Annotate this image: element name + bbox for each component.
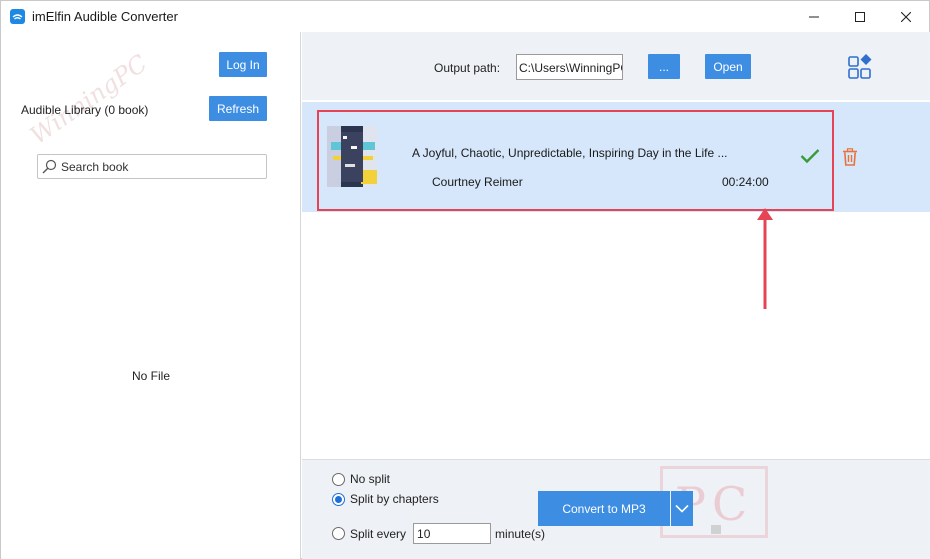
chevron-down-icon [675,504,689,513]
option-label: Split by chapters [350,492,439,506]
maximize-icon [855,11,865,22]
browse-button[interactable]: ... [648,54,680,79]
minimize-button[interactable] [791,1,837,32]
window-title: imElfin Audible Converter [32,9,178,24]
login-button[interactable]: Log In [219,52,267,77]
close-icon [901,11,911,22]
library-sidebar: WinningPC Log In Audible Library (0 book… [1,32,301,559]
search-input[interactable] [61,158,261,175]
close-button[interactable] [883,1,929,32]
output-path-field[interactable]: C:\Users\WinningPC\i [516,54,623,80]
search-icon [42,159,57,174]
watermark: WinningPC [25,49,153,150]
conversion-panel: PC No split Split by chapters Split ever… [302,459,930,559]
search-box[interactable] [37,154,267,179]
annotation-highlight-box [317,110,834,211]
format-dropdown-button[interactable] [671,491,693,526]
option-split-by-chapters[interactable]: Split by chapters [332,492,439,506]
app-window: imElfin Audible Converter WinningPC Log … [0,0,930,559]
radio-split-by-chapters[interactable] [332,492,345,506]
option-no-split[interactable]: No split [332,472,390,486]
empty-library-text: No File [131,369,170,383]
split-unit-label: minute(s) [495,526,546,541]
list-item[interactable]: A Joyful, Chaotic, Unpredictable, Inspir… [302,102,930,212]
split-minutes-input[interactable] [413,523,492,544]
annotation-arrow-icon [755,206,775,313]
radio-no-split[interactable] [332,472,345,486]
refresh-button[interactable]: Refresh [209,96,267,121]
library-label: Audible Library (0 book) [21,103,149,117]
output-toolbar: Output path: C:\Users\WinningPC\i ... Op… [302,32,930,100]
option-split-every[interactable]: Split every minute(s) [332,523,545,544]
open-folder-button[interactable]: Open [705,54,751,79]
title-bar: imElfin Audible Converter [1,1,929,32]
book-list: A Joyful, Chaotic, Unpredictable, Inspir… [302,100,930,459]
trash-icon[interactable] [842,148,858,169]
maximize-button[interactable] [837,1,883,32]
apps-grid-icon[interactable] [848,53,878,84]
radio-split-every[interactable] [332,527,345,540]
option-label: Split every [350,526,407,541]
convert-button[interactable]: Convert to MP3 [538,491,670,526]
audible-icon [10,9,25,24]
output-path-label: Output path: [434,61,501,75]
minimize-icon [809,16,819,17]
option-label: No split [350,472,391,486]
